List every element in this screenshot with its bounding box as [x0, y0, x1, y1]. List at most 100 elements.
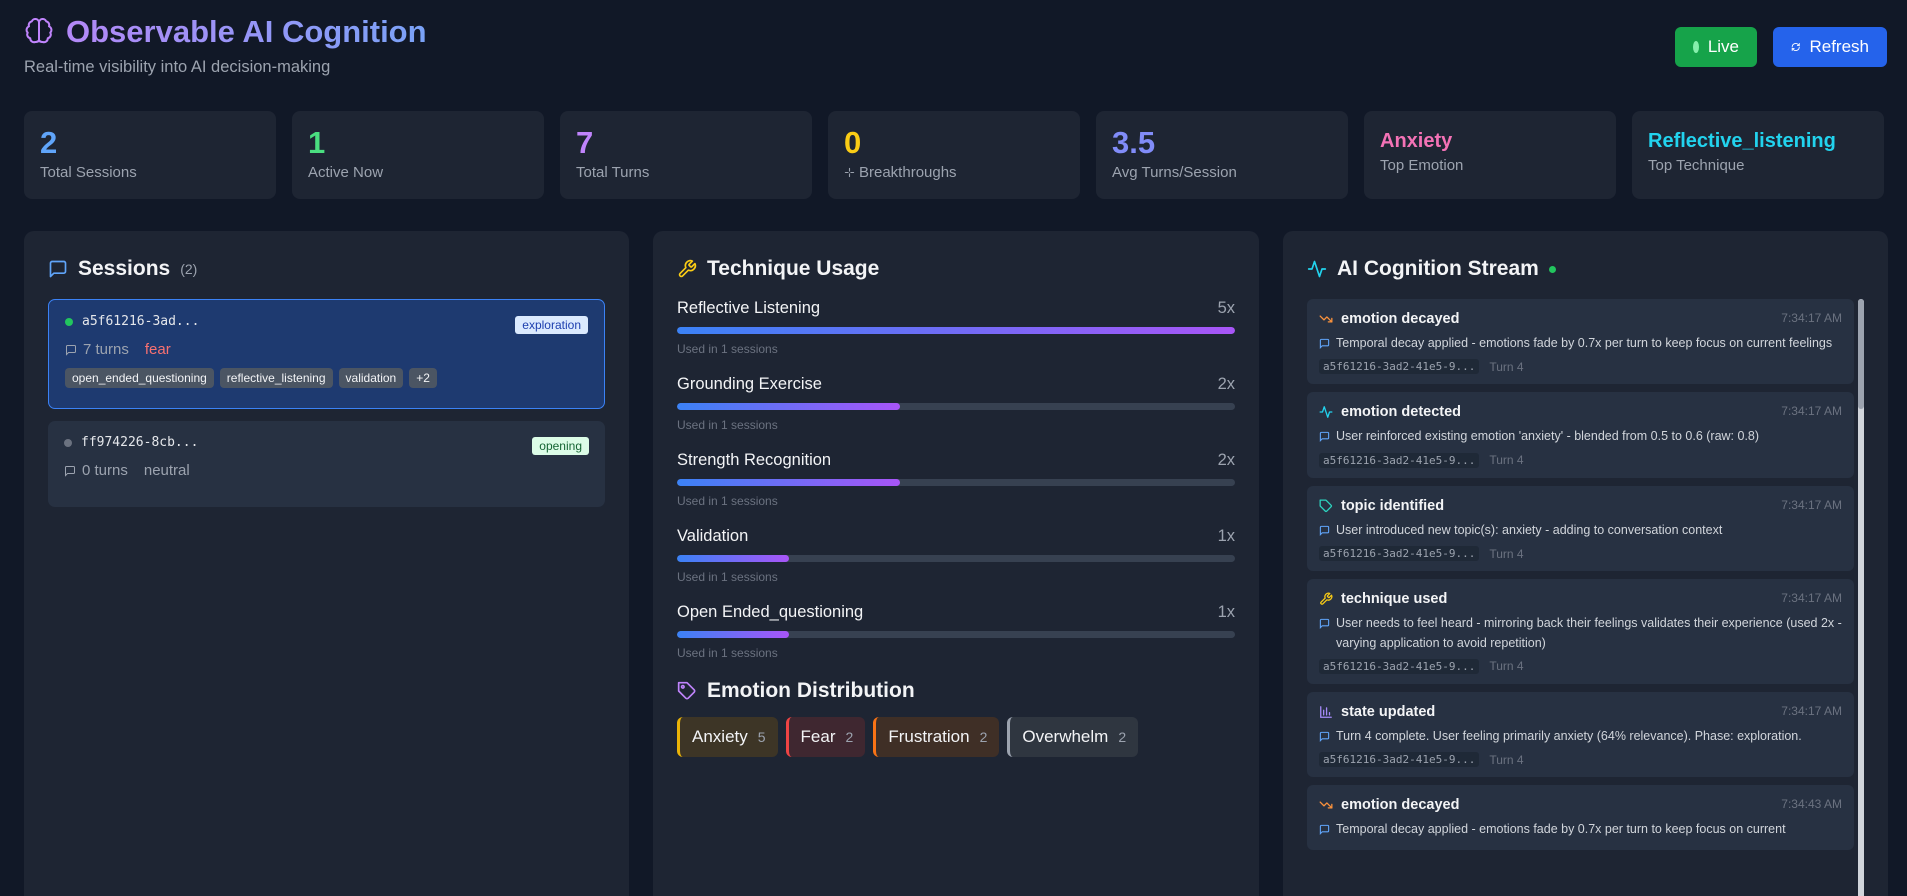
scrollbar-thumb[interactable] [1858, 299, 1864, 409]
emotion-count: 5 [757, 729, 766, 745]
event-header: emotion detected [1319, 404, 1842, 420]
stream-event[interactable]: technique used 7:34:17 AM User needs to fe… [1307, 579, 1854, 684]
message-square-icon [49, 260, 67, 278]
emotion-name: Frustration [888, 727, 970, 746]
stream-event[interactable]: state updated 7:34:17 AM Turn 4 complete. … [1307, 691, 1854, 778]
event-body: Turn 4 complete. User feeling primarily … [1319, 727, 1842, 746]
scrollbar[interactable] [1858, 299, 1864, 896]
message-square-icon [1319, 432, 1330, 443]
event-type: topic identified [1341, 497, 1445, 514]
event-turn: Turn 4 [1489, 453, 1524, 468]
emotion-title: Emotion Distribution [707, 679, 915, 702]
message-square-icon [1319, 618, 1330, 630]
technique-bar-fill [677, 327, 1235, 334]
refresh-label: Refresh [1809, 37, 1869, 56]
sessions-panel: Sessions (2) a5f61216-3ad... exploration… [24, 231, 629, 896]
session-id: a5f61216-3ad... [82, 314, 200, 329]
event-turn: Turn 4 [1489, 546, 1524, 561]
event-header: emotion decayed [1319, 311, 1842, 327]
event-body: Temporal decay applied - emotions fade b… [1319, 334, 1842, 353]
session-turns: 0 turns [64, 462, 128, 479]
technique-tag: open_ended_questioning [65, 368, 214, 388]
message-square-icon [1319, 338, 1330, 349]
session-card[interactable]: ff974226-8cb... opening 0 turns neutral [48, 421, 605, 507]
more-tags-badge: +2 [409, 368, 437, 388]
technique-count: 1x [1217, 527, 1235, 545]
refresh-button[interactable]: Refresh [1773, 27, 1887, 67]
emotion-count: 2 [845, 729, 854, 745]
session-emotion: neutral [143, 462, 190, 479]
stream-event[interactable]: emotion detected 7:34:17 AM User reinforce… [1307, 392, 1854, 478]
stat-label: Avg Turns/Session [1112, 163, 1237, 181]
turns-text: 7 turns [83, 341, 129, 358]
event-type: state updated [1341, 703, 1436, 720]
bar-chart-icon [1320, 705, 1332, 718]
event-turn: Turn 4 [1489, 659, 1524, 674]
technique-tag: reflective_listening [219, 368, 333, 388]
technique-sub: Used in 1 sessions [677, 418, 778, 432]
technique-title: Technique Usage [707, 257, 880, 280]
session-id: ff974226-8cb... [81, 435, 199, 450]
brand: Observable AI Cognition [24, 14, 1887, 50]
event-turn: Turn 4 [1489, 752, 1524, 767]
stream-event[interactable]: emotion decayed 7:34:43 AM Temporal decay … [1307, 785, 1854, 850]
event-time: 7:34:17 AM [1781, 497, 1842, 512]
page-subtitle: Real-time visibility into AI decision-ma… [24, 58, 331, 76]
phase-badge: opening [532, 437, 589, 455]
stat-label: Top Technique [1648, 157, 1745, 174]
stream-event[interactable]: emotion decayed 7:34:17 AM Temporal decay … [1307, 299, 1854, 385]
trending-down-icon [1319, 315, 1333, 323]
technique-bar [677, 479, 1235, 486]
stat-value: Anxiety [1380, 130, 1453, 152]
event-text: Turn 4 complete. User feeling primarily … [1336, 728, 1802, 743]
session-card[interactable]: a5f61216-3ad... exploration 7 turns fear… [48, 299, 605, 409]
technique-name: Reflective Listening [677, 299, 821, 317]
technique-item: Reflective Listening 5x Used in 1 sessions [677, 299, 1235, 356]
technique-sub: Used in 1 sessions [677, 342, 778, 356]
event-time: 7:34:17 AM [1781, 591, 1842, 606]
event-header: state updated [1319, 704, 1842, 720]
stat-value: 2 [40, 125, 58, 160]
event-body: User needs to feel heard - mirroring bac… [1319, 614, 1842, 653]
technique-name: Strength Recognition [677, 451, 832, 469]
stat-total-sessions: 2 Total Sessions [24, 111, 276, 199]
stats-row: 2 Total Sessions 1 Active Now 7 Total Tu… [24, 111, 1884, 199]
technique-header: Technique Usage [677, 257, 1235, 281]
stat-label: Total Turns [576, 163, 650, 181]
session-emotion: fear [144, 341, 171, 358]
trending-down-icon [1319, 801, 1333, 809]
tag-icon [677, 681, 696, 700]
technique-bar [677, 327, 1235, 334]
stat-label: Active Now [308, 163, 384, 181]
event-header: technique used [1319, 591, 1842, 607]
emotion-count: 2 [979, 729, 988, 745]
event-text: Temporal decay applied - emotions fade b… [1336, 336, 1833, 350]
technique-bar [677, 631, 1235, 638]
stat-value: 7 [576, 125, 594, 160]
event-body: User reinforced existing emotion 'anxiet… [1319, 427, 1842, 446]
technique-panel: Technique Usage Reflective Listening 5x Us… [653, 231, 1259, 896]
technique-list: Reflective Listening 5x Used in 1 sessions… [677, 299, 1235, 660]
event-type: emotion detected [1341, 404, 1462, 421]
stream-event[interactable]: topic identified 7:34:17 AM User introduce… [1307, 485, 1854, 572]
stat-value: 1 [308, 125, 326, 160]
stat-label: Breakthroughs [844, 164, 1064, 181]
event-footer: a5f61216-3ad2-41e5-9... Turn 4 [1319, 658, 1842, 674]
technique-count: 5x [1217, 299, 1235, 317]
emotion-chips: Anxiety 5 Fear 2 Frustration 2 Overwhelm… [677, 717, 1235, 757]
stat-value: 3.5 [1112, 125, 1156, 160]
live-button[interactable]: Live [1675, 27, 1757, 67]
live-label: Live [1707, 37, 1739, 56]
event-session-id: a5f61216-3ad2-41e5-9... [1319, 359, 1480, 375]
technique-tag: validation [338, 368, 404, 388]
brain-icon [25, 17, 53, 44]
stat-top-emotion: Anxiety Top Emotion [1364, 111, 1616, 199]
event-footer: a5f61216-3ad2-41e5-9... Turn 4 [1319, 752, 1842, 768]
header: Observable AI Cognition Real-time visibi… [24, 14, 1887, 84]
event-footer: a5f61216-3ad2-41e5-9... Turn 4 [1319, 359, 1842, 375]
message-square-icon [1319, 525, 1330, 536]
event-session-id: a5f61216-3ad2-41e5-9... [1319, 752, 1480, 768]
session-tags: open_ended_questioning reflective_listen… [65, 368, 588, 388]
emotion-chip: Fear 2 [785, 717, 866, 757]
stream-list[interactable]: emotion decayed 7:34:17 AM Temporal decay … [1307, 299, 1864, 896]
